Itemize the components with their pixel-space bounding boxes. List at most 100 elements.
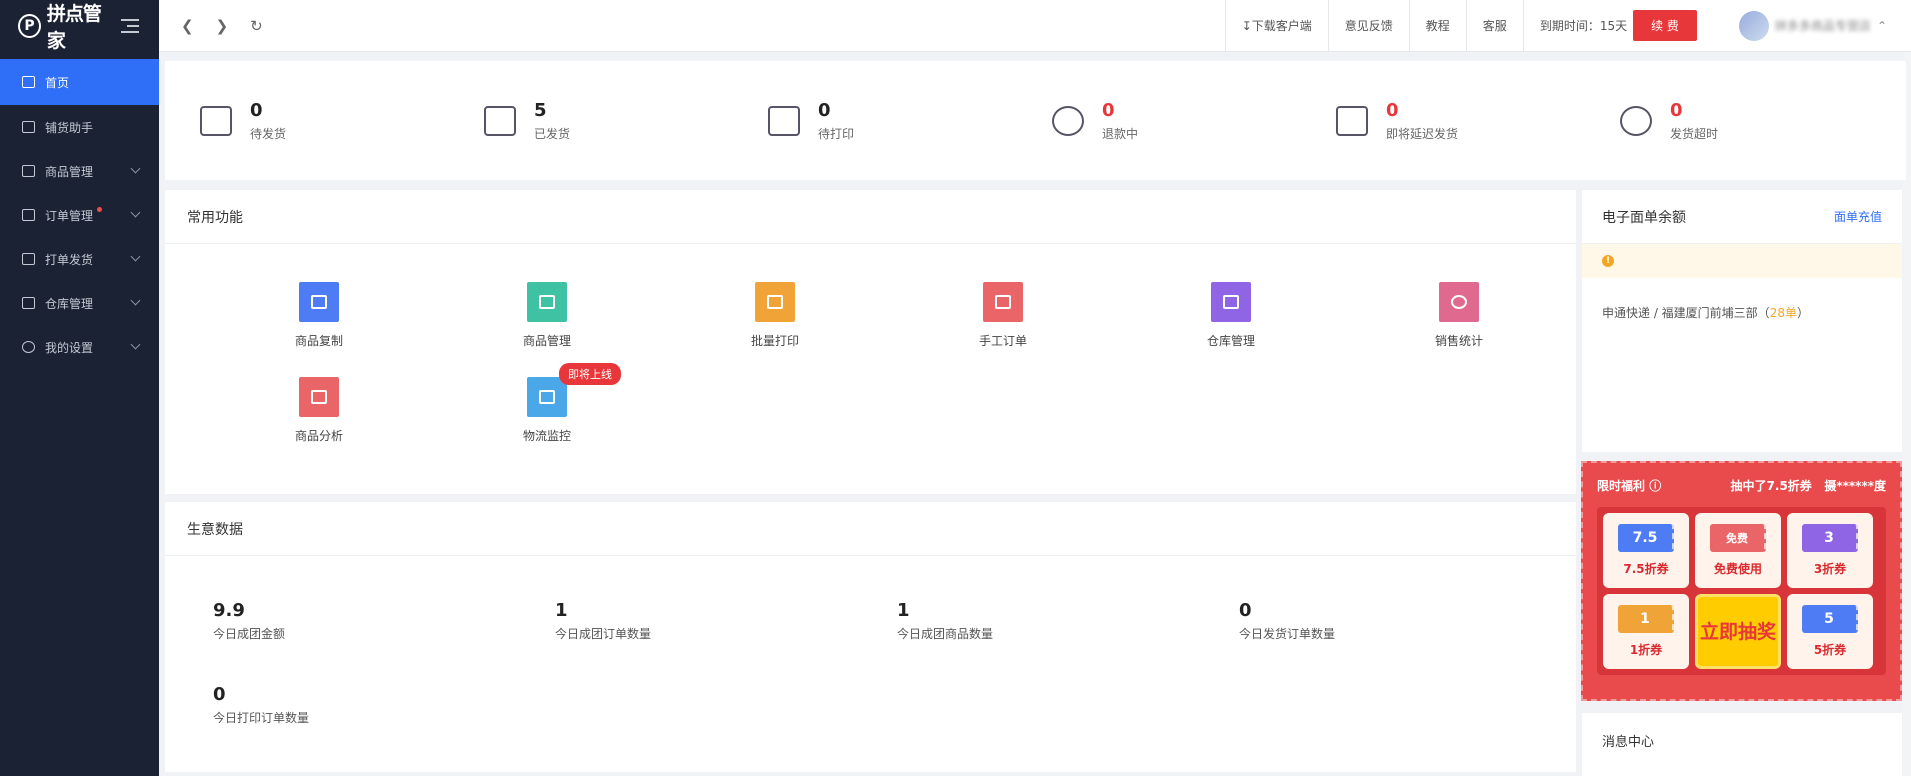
user-name: 拼多多商品专营店 — [1774, 19, 1871, 33]
prize-card: 1 1折券 — [1603, 594, 1689, 669]
panel-title: 常用功能 — [165, 190, 1576, 244]
fn-label: 商品复制 — [294, 334, 343, 348]
warehouse-icon — [22, 297, 35, 309]
balance-carrier: 申通快递 / 福建厦门前埔三部（ — [1602, 306, 1770, 320]
truck-icon — [484, 105, 516, 136]
refund-icon — [1052, 105, 1084, 136]
box-icon — [200, 105, 232, 136]
fn-label: 销售统计 — [1434, 334, 1483, 348]
fn-warehouse[interactable]: 仓库管理 — [1117, 282, 1345, 349]
warehouse-icon — [1211, 282, 1251, 322]
sidebar-item-warehouse[interactable]: 仓库管理 — [0, 281, 159, 325]
expiry-label: 到期时间：15天 — [1539, 19, 1628, 33]
coupon-icon: 1 — [1618, 605, 1674, 633]
biz-label: 今日成团金额 — [213, 627, 286, 641]
biz-label: 今日成团商品数量 — [897, 627, 994, 641]
panel-title: 生意数据 — [165, 502, 1576, 556]
sidebar-item-settings[interactable]: 我的设置 — [0, 325, 159, 369]
draw-button[interactable]: 立即抽奖 — [1695, 594, 1781, 669]
download-label: 下载客户端 — [1251, 19, 1312, 33]
renew-button[interactable]: 续 费 — [1633, 10, 1697, 41]
stat-label: 待打印 — [818, 126, 855, 141]
stat-label: 已发货 — [534, 126, 571, 141]
feedback-link[interactable]: 意见反馈 — [1327, 0, 1409, 52]
fn-label: 手工订单 — [978, 334, 1027, 348]
common-functions-panel: 常用功能 商品复制 商品管理 批量打印 手工订单 仓库管理 销售统计 商品分析 … — [165, 190, 1576, 494]
stat-label: 待发货 — [250, 126, 287, 141]
printer-icon — [22, 253, 35, 265]
stat-value: 0 — [818, 99, 831, 121]
stat-value: 5 — [534, 99, 547, 121]
prize-card: 5 5折券 — [1787, 594, 1873, 669]
tutorial-link[interactable]: 教程 — [1408, 0, 1466, 52]
fn-product-manage[interactable]: 商品管理 — [433, 282, 661, 349]
service-link[interactable]: 客服 — [1465, 0, 1523, 52]
balance-suffix: ） — [1796, 306, 1809, 320]
balance-line: 申通快递 / 福建厦门前埔三部（28单） — [1582, 278, 1902, 347]
biz-label: 今日成团订单数量 — [555, 627, 652, 641]
sidebar-item-orders[interactable]: 订单管理 — [0, 193, 159, 237]
back-icon[interactable]: ❮ — [181, 17, 194, 35]
notification-dot — [97, 207, 102, 212]
clock-icon — [1620, 105, 1652, 136]
stat-delay-soon[interactable]: 0 即将延迟发货 — [1336, 61, 1620, 180]
avatar — [1738, 10, 1769, 41]
download-client-link[interactable]: ↧ 下载客户端 — [1224, 0, 1328, 52]
sidebar-item-home[interactable]: 首页 — [0, 59, 159, 105]
fn-label: 仓库管理 — [1206, 334, 1255, 348]
prize-label: 7.5折券 — [1623, 562, 1669, 576]
sidebar-item-products[interactable]: 商品管理 — [0, 149, 159, 193]
biz-label: 今日发货订单数量 — [1239, 627, 1336, 641]
promo-winner: 抽中了7.5折券 摄******度 — [1731, 477, 1886, 494]
stat-shipped[interactable]: 5 已发货 — [484, 61, 768, 180]
logo: P 拼点管家 — [0, 0, 159, 52]
fn-product-analysis[interactable]: 商品分析 — [205, 377, 433, 444]
chevron-down-icon — [130, 295, 141, 306]
stat-pending-print[interactable]: 0 待打印 — [768, 61, 1052, 180]
biz-value: 0 — [213, 684, 226, 705]
fn-sales-stats[interactable]: 销售统计 — [1345, 282, 1573, 349]
sidebar-item-label: 订单管理 — [45, 208, 94, 223]
stat-timeout[interactable]: 0 发货超时 — [1620, 61, 1904, 180]
stat-value: 0 — [1670, 99, 1683, 121]
collapse-menu-icon[interactable] — [121, 19, 139, 33]
biz-metric: 1 今日成团订单数量 — [555, 600, 897, 642]
chevron-up-icon: ⌃ — [1876, 18, 1887, 33]
warning-icon: ! — [1602, 255, 1614, 267]
promo-winner-text: 抽中了7.5折券 — [1730, 478, 1812, 493]
product-copy-icon — [299, 282, 339, 322]
stat-pending-shipment[interactable]: 0 待发货 — [200, 61, 484, 180]
forward-icon[interactable]: ❯ — [216, 17, 229, 35]
sidebar: P 拼点管家 首页 铺货助手 商品管理 订单管理 打单发货 仓库管理 我的设置 — [0, 0, 159, 776]
expiry-text: 到期时间：15天 续 费 — [1522, 0, 1739, 52]
business-data-panel: 生意数据 9.9 今日成团金额 1 今日成团订单数量 1 今日成团商品数量 0 今日发货… — [165, 502, 1576, 772]
chevron-down-icon — [130, 163, 141, 174]
help-icon[interactable]: ⓘ — [1649, 479, 1661, 493]
sidebar-item-listing-helper[interactable]: 铺货助手 — [0, 105, 159, 149]
promo-title-wrap: 限时福利 ⓘ — [1597, 477, 1661, 494]
fn-manual-order[interactable]: 手工订单 — [889, 282, 1117, 349]
prize-card: 7.5 7.5折券 — [1603, 513, 1689, 588]
chevron-down-icon — [130, 207, 141, 218]
sidebar-item-label: 商品管理 — [45, 164, 94, 179]
sidebar-item-label: 打单发货 — [45, 252, 94, 267]
stat-refunding[interactable]: 0 退款中 — [1052, 61, 1336, 180]
biz-metric: 0 今日打印订单数量 — [213, 684, 555, 726]
balance-count: 28单 — [1769, 306, 1797, 320]
sidebar-item-label: 首页 — [45, 75, 70, 90]
shop-icon — [22, 121, 35, 133]
sidebar-item-shipping[interactable]: 打单发货 — [0, 237, 159, 281]
fn-logistics-monitor[interactable]: 物流监控 即将上线 — [433, 363, 661, 444]
biz-value: 1 — [555, 600, 568, 621]
fn-batch-print[interactable]: 批量打印 — [661, 282, 889, 349]
recharge-link[interactable]: 面单充值 — [1834, 208, 1882, 225]
prize-card: 免费 免费使用 — [1695, 513, 1781, 588]
fn-product-copy[interactable]: 商品复制 — [205, 282, 433, 349]
notice-bar: ! — [1582, 244, 1902, 278]
gear-icon — [22, 341, 35, 353]
fn-label: 批量打印 — [750, 334, 799, 348]
refresh-icon[interactable]: ↻ — [250, 17, 263, 35]
user-menu[interactable]: 拼多多商品专营店 ⌃ — [1738, 10, 1911, 41]
message-center-panel: 消息中心 — [1582, 713, 1902, 776]
promo-title: 限时福利 — [1597, 478, 1646, 493]
